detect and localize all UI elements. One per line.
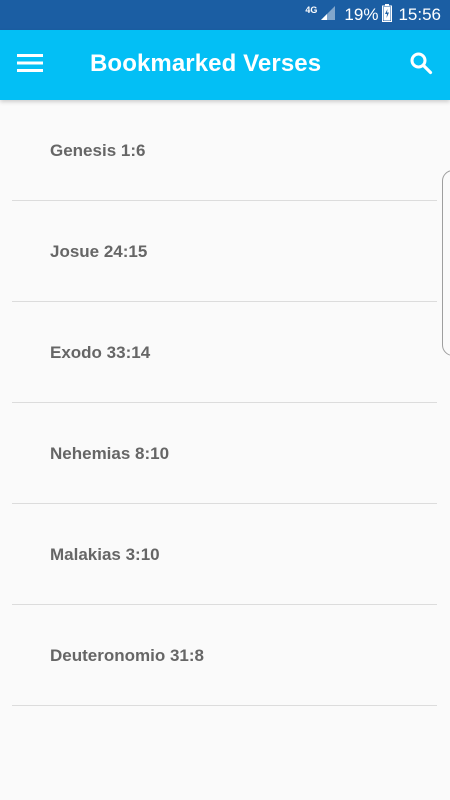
verse-label: Josue 24:15 (50, 242, 148, 261)
verse-label: Malakias 3:10 (50, 545, 160, 564)
verse-label: Nehemias 8:10 (50, 444, 170, 463)
list-item[interactable]: Exodo 33:14 (12, 302, 437, 403)
edge-panel-handle[interactable] (442, 170, 450, 356)
verse-label: Deuteronomio 31:8 (50, 646, 204, 665)
menu-button[interactable] (14, 51, 46, 79)
verse-label: Exodo 33:14 (50, 343, 151, 362)
battery-percent: 19% (344, 5, 379, 24)
verse-label: Genesis 1:6 (50, 141, 146, 160)
search-icon (409, 51, 433, 80)
network-type: 4G (305, 5, 318, 15)
clock: 15:56 (398, 5, 441, 24)
list-item[interactable]: Deuteronomio 31:8 (12, 605, 437, 706)
page-title: Bookmarked Verses (90, 50, 322, 77)
list-item[interactable]: Malakias 3:10 (12, 504, 437, 605)
search-button[interactable] (406, 50, 436, 80)
bookmark-list: Genesis 1:6 Josue 24:15 Exodo 33:14 Nehe… (0, 100, 450, 706)
battery-icon (382, 3, 393, 27)
list-item[interactable]: Genesis 1:6 (12, 100, 437, 201)
hamburger-menu-icon (17, 53, 43, 78)
status-bar: 4G 19% 15:56 (0, 0, 450, 30)
list-item[interactable]: Josue 24:15 (12, 201, 437, 302)
signal-icon (320, 5, 336, 26)
list-item[interactable]: Nehemias 8:10 (12, 403, 437, 504)
app-bar: Bookmarked Verses (0, 30, 450, 100)
